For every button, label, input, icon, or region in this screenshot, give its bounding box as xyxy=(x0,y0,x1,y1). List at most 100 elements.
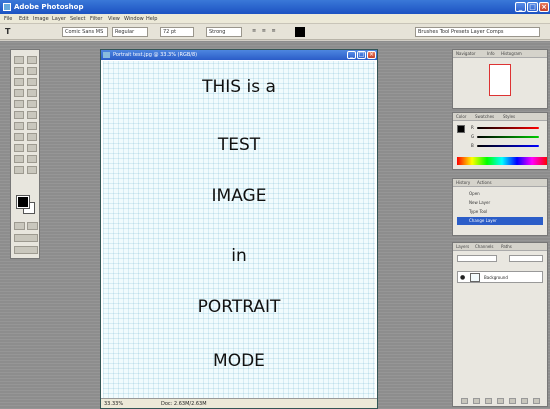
red-slider[interactable] xyxy=(477,127,539,129)
slice-tool-icon[interactable] xyxy=(27,78,37,86)
standard-mode-icon[interactable] xyxy=(14,222,25,230)
document-size[interactable]: Doc: 2.63M/2.63M xyxy=(161,401,207,407)
doc-maximize-button[interactable]: □ xyxy=(357,51,366,59)
eye-icon[interactable]: ● xyxy=(460,274,465,281)
brush-tool-icon[interactable] xyxy=(27,89,37,97)
eraser-tool-icon[interactable] xyxy=(14,111,24,119)
app-title: Adobe Photoshop xyxy=(14,3,84,11)
lasso-tool-icon[interactable] xyxy=(14,67,24,75)
document-canvas[interactable]: THIS is a TEST IMAGE in PORTRAIT MODE xyxy=(103,61,375,399)
tab-channels[interactable]: Channels xyxy=(475,244,494,249)
font-family-select[interactable]: Comic Sans MS xyxy=(62,27,108,37)
canvas-text-line: TEST xyxy=(217,135,261,155)
adjustment-layer-icon[interactable] xyxy=(509,398,516,404)
photoshop-app-icon xyxy=(3,3,11,11)
palette-well[interactable]: Brushes Tool Presets Layer Comps xyxy=(415,27,540,37)
channel-g-label: G xyxy=(471,134,475,139)
menu-view[interactable]: View xyxy=(108,16,120,22)
channel-b-label: B xyxy=(471,143,474,148)
jump-to-imageready-icon[interactable] xyxy=(14,246,38,254)
notes-tool-icon[interactable] xyxy=(14,155,24,163)
crop-tool-icon[interactable] xyxy=(14,78,24,86)
menu-select[interactable]: Select xyxy=(70,16,85,22)
tab-paths[interactable]: Paths xyxy=(501,244,512,249)
stamp-tool-icon[interactable] xyxy=(14,100,24,108)
zoom-level[interactable]: 33.33% xyxy=(104,401,123,407)
layer-mask-icon[interactable] xyxy=(485,398,492,404)
path-selection-tool-icon[interactable] xyxy=(14,133,24,141)
doc-close-button[interactable]: × xyxy=(367,51,376,59)
close-button[interactable]: × xyxy=(539,2,549,12)
navigator-thumbnail[interactable] xyxy=(489,64,511,96)
history-item[interactable]: Change Layer xyxy=(457,217,543,225)
color-spectrum-bar[interactable] xyxy=(457,157,547,165)
tab-actions[interactable]: Actions xyxy=(477,180,492,185)
zoom-tool-icon[interactable] xyxy=(27,166,37,174)
doc-minimize-button[interactable]: _ xyxy=(347,51,356,59)
history-tabs: History Actions xyxy=(453,179,547,187)
magic-wand-tool-icon[interactable] xyxy=(27,67,37,75)
maximize-button[interactable]: □ xyxy=(527,2,538,12)
tab-layers[interactable]: Layers xyxy=(456,244,469,249)
menu-filter[interactable]: Filter xyxy=(90,16,102,22)
tab-info[interactable]: Info xyxy=(487,51,495,56)
canvas-text-line: THIS is a xyxy=(202,77,276,97)
layers-tabs: Layers Channels Paths xyxy=(453,243,547,251)
history-brush-tool-icon[interactable] xyxy=(27,100,37,108)
font-style-select[interactable]: Regular xyxy=(112,27,148,37)
history-panel: History Actions Open New Layer Type Tool… xyxy=(452,178,548,236)
canvas-text-line: MODE xyxy=(213,351,265,371)
channel-r-label: R xyxy=(471,125,474,130)
foreground-color-swatch[interactable] xyxy=(16,195,30,209)
blend-mode-select[interactable] xyxy=(457,255,497,262)
marquee-tool-icon[interactable] xyxy=(14,56,24,64)
document-title: Portrait test.jpg @ 33.3% (RGB/8) xyxy=(113,52,198,58)
layer-style-icon[interactable] xyxy=(473,398,480,404)
layer-row-background[interactable]: ● Background xyxy=(457,271,543,283)
type-tool-icon[interactable]: T xyxy=(5,27,10,37)
new-layer-icon[interactable] xyxy=(521,398,528,404)
blur-tool-icon[interactable] xyxy=(14,122,24,130)
canvas-text-line: PORTRAIT xyxy=(197,297,281,317)
menu-edit[interactable]: Edit xyxy=(19,16,29,22)
menu-file[interactable]: File xyxy=(4,16,12,22)
eyedropper-tool-icon[interactable] xyxy=(27,155,37,163)
quick-mask-mode-icon[interactable] xyxy=(27,222,38,230)
move-tool-icon[interactable] xyxy=(27,56,37,64)
new-group-icon[interactable] xyxy=(497,398,504,404)
green-slider[interactable] xyxy=(477,136,539,138)
tab-navigator[interactable]: Navigator xyxy=(456,51,476,56)
shape-tool-icon[interactable] xyxy=(27,144,37,152)
menu-window[interactable]: Window xyxy=(124,16,144,22)
minimize-button[interactable]: _ xyxy=(515,2,526,12)
text-color-swatch[interactable] xyxy=(295,27,305,37)
screen-mode-icon[interactable] xyxy=(14,234,38,242)
gradient-tool-icon[interactable] xyxy=(27,111,37,119)
healing-tool-icon[interactable] xyxy=(14,89,24,97)
color-panel-foreground-swatch[interactable] xyxy=(457,125,465,133)
history-item[interactable]: Type Tool xyxy=(457,208,543,216)
tab-styles[interactable]: Styles xyxy=(503,114,515,119)
hand-tool-icon[interactable] xyxy=(14,166,24,174)
antialias-select[interactable]: Strong xyxy=(206,27,242,37)
font-size-select[interactable]: 72 pt xyxy=(160,27,194,37)
opacity-field[interactable] xyxy=(509,255,543,262)
menu-image[interactable]: Image xyxy=(33,16,49,22)
document-title-bar[interactable]: Portrait test.jpg @ 33.3% (RGB/8) _ □ × xyxy=(101,50,377,60)
type-tool-icon[interactable] xyxy=(27,133,37,141)
tab-swatches[interactable]: Swatches xyxy=(475,114,494,119)
document-icon xyxy=(103,52,110,58)
link-layers-icon[interactable] xyxy=(461,398,468,404)
tab-color[interactable]: Color xyxy=(456,114,466,119)
pen-tool-icon[interactable] xyxy=(14,144,24,152)
menu-layer[interactable]: Layer xyxy=(52,16,66,22)
tab-history[interactable]: History xyxy=(456,180,470,185)
trash-icon[interactable] xyxy=(533,398,540,404)
history-item[interactable]: New Layer xyxy=(457,199,543,207)
menu-help[interactable]: Help xyxy=(146,16,157,22)
dodge-tool-icon[interactable] xyxy=(27,122,37,130)
blue-slider[interactable] xyxy=(477,145,539,147)
tab-histogram[interactable]: Histogram xyxy=(501,51,522,56)
align-buttons[interactable]: ≡ ≡ ≡ xyxy=(252,27,286,37)
history-item[interactable]: Open xyxy=(457,190,543,198)
